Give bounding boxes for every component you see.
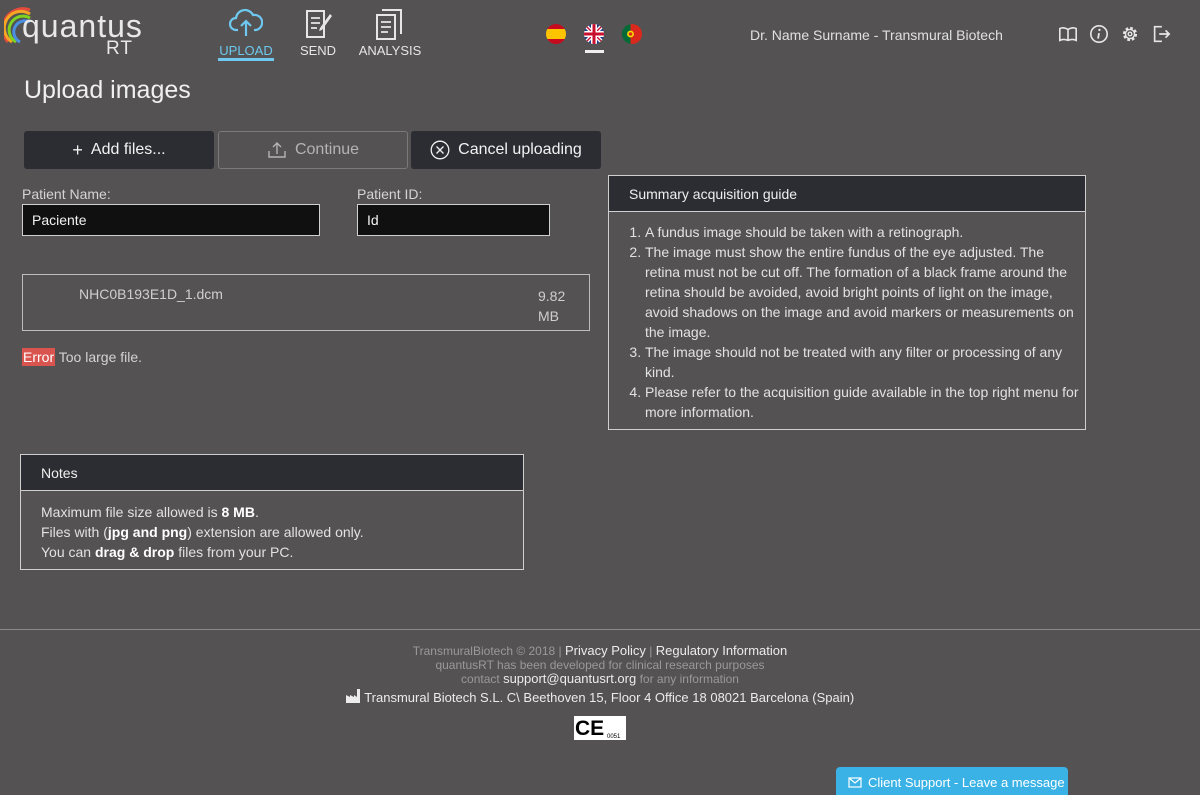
envelope-icon: [848, 777, 862, 788]
portuguese-shield-icon: [627, 30, 634, 38]
continue-button[interactable]: Continue: [218, 131, 408, 169]
copyright-text: TransmuralBiotech © 2018 |: [412, 644, 562, 658]
guide-item: A fundus image should be taken with a re…: [645, 222, 1079, 242]
nav-send-label: SEND: [299, 43, 337, 58]
regulatory-information-link[interactable]: Regulatory Information: [656, 643, 788, 658]
address-text: Transmural Biotech S.L. C\ Beethoven 15,…: [364, 690, 855, 705]
nav-analysis[interactable]: ANALYSIS: [354, 6, 426, 66]
spanish-flag-icon[interactable]: [546, 24, 566, 44]
logout-icon[interactable]: [1151, 23, 1171, 45]
selected-language-indicator: [585, 50, 604, 53]
nav-upload-label: UPLOAD: [219, 43, 273, 58]
patient-id-input[interactable]: [357, 204, 550, 236]
svg-text:0051: 0051: [607, 734, 621, 740]
main-nav: UPLOAD SEND ANALYSIS: [210, 6, 426, 66]
notes-text: Files with (: [41, 524, 108, 540]
book-icon[interactable]: [1058, 23, 1078, 45]
guide-title: Summary acquisition guide: [609, 176, 1085, 212]
developed-note: quantusRT has been developed for clinica…: [435, 658, 765, 672]
patient-name-label: Patient Name:: [22, 186, 111, 202]
info-icon[interactable]: [1089, 23, 1109, 45]
error-badge: Error: [22, 348, 56, 366]
ce-mark-icon: CE 0051: [575, 717, 621, 740]
guide-item: The image should not be treated with any…: [645, 342, 1079, 382]
contact-suffix: for any information: [639, 672, 739, 686]
footer-divider: [0, 629, 1200, 630]
guide-list: A fundus image should be taken with a re…: [645, 222, 1079, 422]
cancel-circle-icon: [430, 140, 450, 160]
notes-line-dragdrop: You can drag & drop files from your PC.: [41, 542, 523, 562]
analysis-document-icon: [376, 9, 402, 40]
guide-item: Please refer to the acquisition guide av…: [645, 382, 1079, 422]
max-size-value: 8 MB: [221, 504, 255, 520]
file-name: NHC0B193E1D_1.dcm: [79, 286, 223, 302]
notes-text: ) extension are allowed only.: [187, 524, 364, 540]
nav-send[interactable]: SEND: [282, 6, 354, 66]
user-name[interactable]: Dr. Name Surname - Transmural Biotech: [750, 27, 1003, 43]
logo-suffix: RT: [106, 38, 133, 59]
settings-icon[interactable]: [1120, 23, 1140, 45]
notes-text: files from your PC.: [174, 544, 294, 560]
error-message: Too large file.: [58, 349, 143, 365]
add-files-button[interactable]: + Add files...: [24, 131, 214, 169]
add-files-label: Add files...: [90, 141, 166, 158]
file-error: Error Too large file.: [22, 348, 143, 366]
guide-item: The image must show the entire fundus of…: [645, 242, 1079, 342]
notes-panel: Notes Maximum file size allowed is 8 MB.…: [20, 454, 524, 570]
support-email-link[interactable]: support@quantusrt.org: [503, 671, 636, 686]
cloud-upload-icon: [229, 8, 263, 36]
language-selector: [546, 24, 642, 44]
notes-text: You can: [41, 544, 95, 560]
client-support-label: Client Support - Leave a message: [868, 774, 1065, 790]
notes-title: Notes: [21, 455, 523, 491]
upload-icon: [268, 142, 286, 158]
footer-links-line: TransmuralBiotech © 2018 | Privacy Polic…: [0, 643, 1200, 659]
active-tab-indicator: [218, 58, 274, 61]
app-header: quantus RT UPLOAD SEND ANALYSIS Dr. Name…: [0, 0, 1200, 70]
notes-body: Maximum file size allowed is 8 MB. Files…: [21, 491, 523, 562]
factory-icon: [345, 689, 360, 703]
notes-line-extensions: Files with (jpg and png) extension are a…: [41, 522, 523, 542]
svg-text:CE: CE: [575, 717, 604, 740]
patient-id-label: Patient ID:: [357, 186, 423, 202]
privacy-policy-link[interactable]: Privacy Policy: [565, 643, 646, 658]
cancel-uploading-button[interactable]: Cancel uploading: [411, 131, 601, 169]
drag-drop-text: drag & drop: [94, 544, 175, 560]
header-tools: [1058, 23, 1171, 45]
acquisition-guide-panel: Summary acquisition guide A fundus image…: [608, 175, 1086, 430]
contact-prefix: contact: [461, 672, 500, 686]
patient-name-input[interactable]: [22, 204, 320, 236]
portuguese-flag-icon[interactable]: [622, 24, 642, 44]
nav-analysis-label: ANALYSIS: [358, 43, 422, 58]
plus-icon: +: [72, 140, 83, 160]
notes-line-size: Maximum file size allowed is 8 MB.: [41, 502, 523, 522]
union-jack-icon: [584, 24, 604, 44]
page-footer: TransmuralBiotech © 2018 | Privacy Polic…: [0, 644, 1200, 705]
client-support-button[interactable]: Client Support - Leave a message: [836, 767, 1068, 795]
contact-line: contact support@quantusrt.org for any in…: [0, 671, 1200, 687]
page-title: Upload images: [24, 76, 191, 104]
allowed-extensions: jpg and png: [107, 524, 188, 540]
continue-label: Continue: [294, 141, 360, 158]
file-list-item: NHC0B193E1D_1.dcm 9.82 MB: [22, 274, 590, 331]
quantus-logo[interactable]: quantus RT: [4, 4, 144, 60]
company-address: Transmural Biotech S.L. C\ Beethoven 15,…: [0, 689, 1200, 705]
notes-text: Maximum file size allowed is: [41, 504, 222, 520]
cancel-uploading-label: Cancel uploading: [458, 141, 582, 158]
ce-mark-logo: CE 0051: [574, 716, 626, 740]
send-document-icon: [306, 10, 332, 38]
footer-separator: |: [649, 644, 653, 658]
english-flag-icon[interactable]: [584, 24, 604, 44]
nav-upload[interactable]: UPLOAD: [210, 6, 282, 66]
notes-text: .: [254, 504, 259, 520]
file-size: 9.82 MB: [538, 288, 566, 324]
